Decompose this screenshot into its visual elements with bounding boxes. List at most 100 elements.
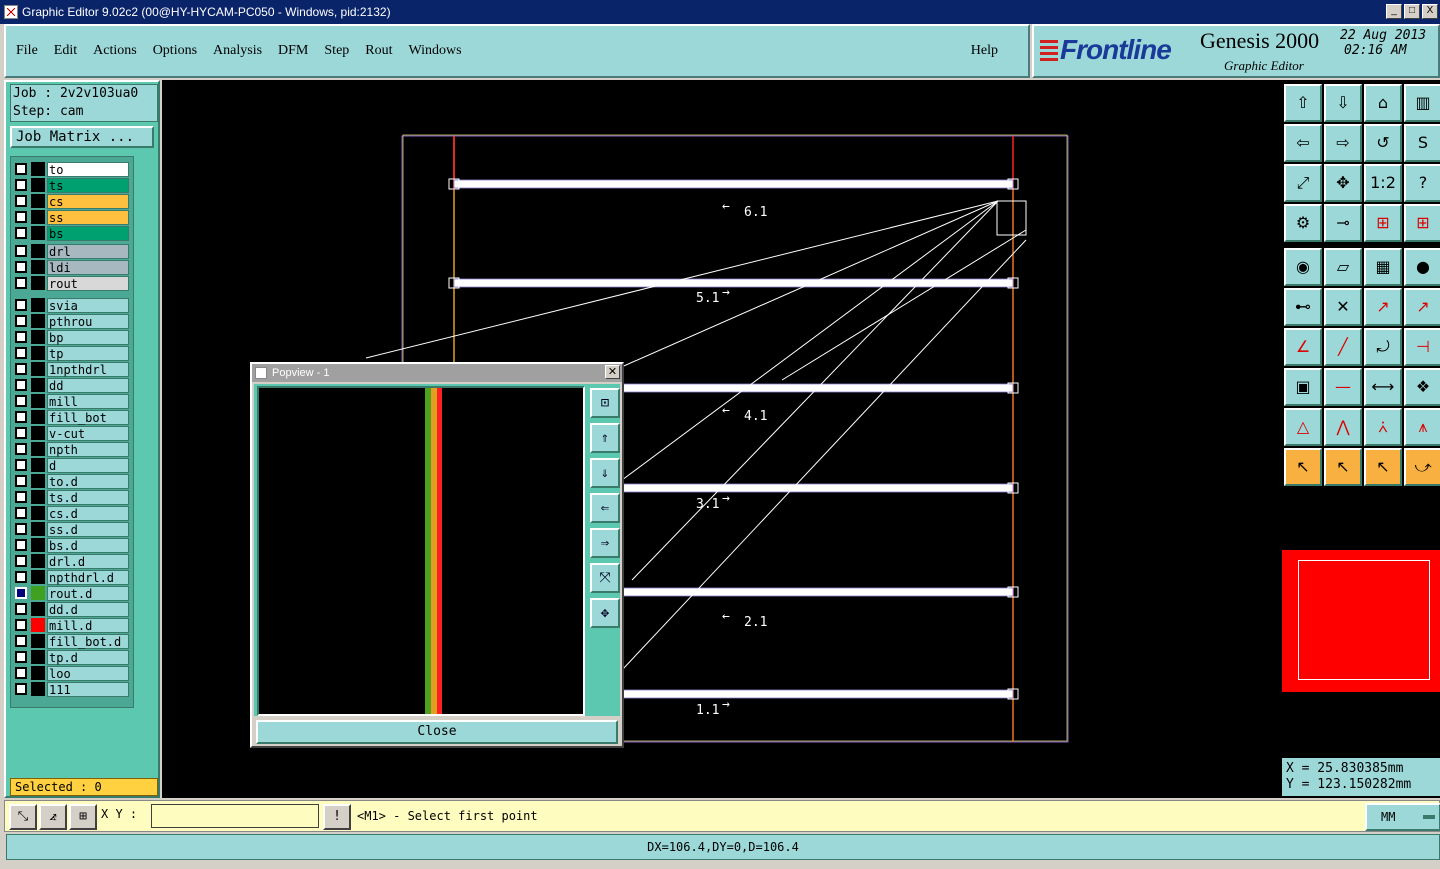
layer-name[interactable]: mill.d <box>47 617 129 633</box>
layer-swatch[interactable] <box>31 410 45 424</box>
peak-icon[interactable]: ⋀ <box>1324 408 1362 446</box>
layer-checkbox[interactable] <box>15 475 27 487</box>
layer-checkbox[interactable] <box>15 635 27 647</box>
layer-row[interactable]: 1npthdrl <box>13 361 129 377</box>
layer-name[interactable]: rout <box>47 275 129 291</box>
popview-view[interactable] <box>257 386 585 716</box>
layer-swatch[interactable] <box>31 162 45 176</box>
layer-name[interactable]: 1npthdrl <box>47 361 129 377</box>
popview-close-icon[interactable]: ✕ <box>605 365 620 379</box>
menu-options[interactable]: Options <box>153 43 197 59</box>
layer-row[interactable]: loo <box>13 665 129 681</box>
route-icon[interactable]: ⤻ <box>1404 448 1440 486</box>
layer-swatch[interactable] <box>31 362 45 376</box>
layer-swatch[interactable] <box>31 490 45 504</box>
layer-row[interactable]: ss.d <box>13 521 129 537</box>
layer-swatch[interactable] <box>31 298 45 312</box>
left-icon[interactable]: ⇦ <box>1284 124 1322 162</box>
layer-checkbox[interactable] <box>15 667 27 679</box>
layer-checkbox[interactable] <box>15 459 27 471</box>
table-red-icon[interactable]: ⊞ <box>1364 204 1402 242</box>
layer-checkbox[interactable] <box>15 603 27 615</box>
layer-row[interactable]: dd.d <box>13 601 129 617</box>
layer-checkbox[interactable] <box>15 347 27 359</box>
layer-row[interactable]: 111 <box>13 681 129 697</box>
layer-swatch[interactable] <box>31 244 45 258</box>
layer-row[interactable]: ss <box>13 209 129 225</box>
layer-checkbox[interactable] <box>15 299 27 311</box>
layer-name[interactable]: cs <box>47 193 129 209</box>
settings-icon[interactable]: ⚙ <box>1284 204 1322 242</box>
layer-row[interactable]: svia <box>13 297 129 313</box>
layer-name[interactable]: bs.d <box>47 537 129 553</box>
popview-zoom-out-icon[interactable]: ✥ <box>590 598 620 628</box>
probe-icon[interactable]: ⊸ <box>1324 204 1362 242</box>
table-red2-icon[interactable]: ⊞ <box>1404 204 1440 242</box>
layer-row[interactable]: npthdrl.d <box>13 569 129 585</box>
job-matrix-button[interactable]: Job Matrix ... <box>10 126 154 148</box>
menu-file[interactable]: File <box>16 43 38 59</box>
units-select[interactable]: MM <box>1365 803 1440 831</box>
popview-zoom-fit-icon[interactable]: ⤧ <box>590 563 620 593</box>
menu-step[interactable]: Step <box>324 43 349 59</box>
layer-name[interactable]: npth <box>47 441 129 457</box>
shape-icon[interactable]: ▱ <box>1324 248 1362 286</box>
vertex2-icon[interactable]: ⩚ <box>1404 408 1440 446</box>
layer-name[interactable]: ss.d <box>47 521 129 537</box>
layer-checkbox[interactable] <box>15 179 27 191</box>
layer-checkbox[interactable] <box>15 211 27 223</box>
layer-checkbox[interactable] <box>15 195 27 207</box>
layer-swatch[interactable] <box>31 522 45 536</box>
layer-swatch[interactable] <box>31 538 45 552</box>
layer-swatch[interactable] <box>31 442 45 456</box>
layer-name[interactable]: bs <box>47 225 129 241</box>
info-button[interactable]: ! <box>323 804 351 830</box>
maximize-button[interactable]: □ <box>1404 4 1420 19</box>
layer-swatch[interactable] <box>31 602 45 616</box>
layer-swatch[interactable] <box>31 586 45 600</box>
layer-swatch[interactable] <box>31 378 45 392</box>
layer-checkbox[interactable] <box>15 651 27 663</box>
angle-icon[interactable]: ∠ <box>1284 328 1322 366</box>
layer-row[interactable]: ts.d <box>13 489 129 505</box>
layer-row[interactable]: fill_bot <box>13 409 129 425</box>
layer-swatch[interactable] <box>31 618 45 632</box>
layer-name[interactable]: fill_bot <box>47 409 129 425</box>
layer-swatch[interactable] <box>31 210 45 224</box>
layer-name[interactable]: v-cut <box>47 425 129 441</box>
layer-checkbox[interactable] <box>15 555 27 567</box>
layer-name[interactable]: svia <box>47 297 129 313</box>
undo-icon[interactable]: ↺ <box>1364 124 1402 162</box>
menu-windows[interactable]: Windows <box>409 43 462 59</box>
layer-name[interactable]: dd <box>47 377 129 393</box>
split-icon[interactable]: ▥ <box>1404 84 1440 122</box>
popview-pan-right-icon[interactable]: ⇒ <box>590 528 620 558</box>
popview-pan-left-icon[interactable]: ⇐ <box>590 493 620 523</box>
layer-row[interactable]: bs <box>13 225 129 241</box>
layer-name[interactable]: cs.d <box>47 505 129 521</box>
triangle-icon[interactable]: △ <box>1284 408 1322 446</box>
layer-name[interactable]: ldi <box>47 259 129 275</box>
layer-row[interactable]: to <box>13 161 129 177</box>
ruler-icon[interactable]: ▦ <box>1364 248 1402 286</box>
layer-checkbox[interactable] <box>15 491 27 503</box>
grid-icon[interactable]: ⊞ <box>69 804 97 830</box>
menu-dfm[interactable]: DFM <box>278 43 308 59</box>
layer-name[interactable]: to.d <box>47 473 129 489</box>
arc-icon[interactable]: ⤾ <box>1364 328 1402 366</box>
layer-row[interactable]: drl.d <box>13 553 129 569</box>
xy-input[interactable] <box>151 804 319 828</box>
menu-edit[interactable]: Edit <box>54 43 77 59</box>
layer-name[interactable]: ts <box>47 177 129 193</box>
fit-icon[interactable]: ⤢ <box>1284 164 1322 202</box>
layer-checkbox[interactable] <box>15 683 27 695</box>
popview-pan-down-icon[interactable]: ⇓ <box>590 458 620 488</box>
layer-name[interactable]: tp.d <box>47 649 129 665</box>
layer-checkbox[interactable] <box>15 227 27 239</box>
layer-swatch[interactable] <box>31 194 45 208</box>
pointer2-icon[interactable]: ↖ <box>1324 448 1362 486</box>
layer-row[interactable]: dd <box>13 377 129 393</box>
layer-row[interactable]: drl <box>13 243 129 259</box>
snap-icon[interactable]: ⤡ <box>9 804 37 830</box>
layer-row[interactable]: d <box>13 457 129 473</box>
